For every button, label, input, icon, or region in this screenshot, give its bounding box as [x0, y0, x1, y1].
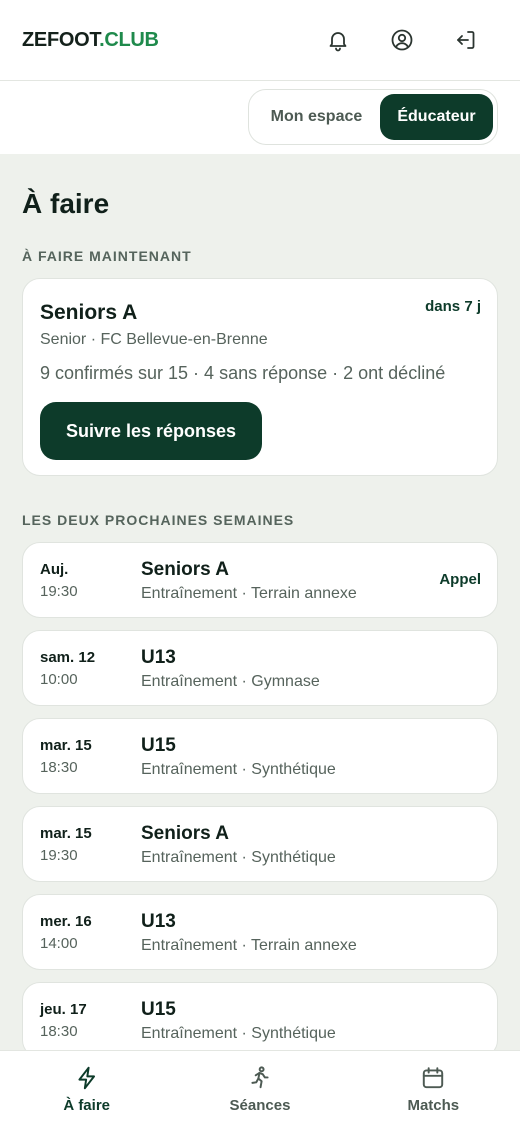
space-switcher: Mon espace Éducateur [248, 89, 498, 145]
session-day: mar. 15 [40, 825, 92, 842]
session-row[interactable]: mar. 15 19:30 Seniors A Entraînement · S… [22, 806, 498, 882]
follow-responses-button[interactable]: Suivre les réponses [40, 402, 262, 460]
notifications-button[interactable] [306, 20, 370, 60]
logo-main-text: ZEFOOT [22, 28, 100, 51]
nav-label: Matchs [407, 1097, 460, 1114]
session-detail: Entraînement · Synthétique [141, 761, 336, 778]
switch-educateur[interactable]: Éducateur [379, 94, 493, 140]
session-day: mer. 16 [40, 913, 92, 930]
nav-label: Séances [229, 1097, 291, 1114]
session-time: 19:30 [40, 583, 78, 600]
running-person-icon [251, 1066, 269, 1089]
nav-seances[interactable]: Séances [173, 1051, 346, 1126]
switch-mon-espace[interactable]: Mon espace [253, 94, 380, 140]
session-detail: Entraînement · Gymnase [141, 673, 320, 690]
session-time: 18:30 [40, 759, 78, 776]
profile-button[interactable] [370, 20, 434, 60]
session-detail: Entraînement · Synthétique [141, 849, 336, 866]
page-title: À faire [22, 188, 110, 219]
lightning-icon [78, 1066, 95, 1090]
session-detail: Entraînement · Terrain annexe [141, 937, 357, 954]
session-day: sam. 12 [40, 649, 96, 666]
session-day: jeu. 17 [40, 1001, 87, 1018]
session-team: Seniors A [141, 559, 229, 580]
session-detail: Entraînement · Terrain annexe [141, 585, 357, 602]
session-time: 14:00 [40, 935, 78, 952]
session-team: Seniors A [141, 823, 229, 844]
app-logo[interactable]: ZEFOOT.CLUB [22, 29, 159, 52]
session-time: 10:00 [40, 671, 78, 688]
section-label-now: À FAIRE MAINTENANT [22, 248, 192, 264]
session-row[interactable]: jeu. 17 18:30 U15 Entraînement · Synthét… [22, 982, 498, 1058]
calendar-icon [423, 1067, 444, 1089]
next-action-subtitle: Senior · FC Bellevue-en-Brenne [40, 331, 268, 348]
next-action-card: Seniors A dans 7 j Senior · FC Bellevue-… [22, 278, 498, 476]
session-row[interactable]: Auj. 19:30 Seniors A Entraînement · Terr… [22, 542, 498, 618]
section-label-upcoming: LES DEUX PROCHAINES SEMAINES [22, 512, 295, 528]
next-action-countdown: dans 7 j [425, 298, 481, 315]
bottom-navigation: À faire Séances Matchs [0, 1050, 520, 1126]
session-time: 18:30 [40, 1023, 78, 1040]
app-header: ZEFOOT.CLUB [0, 0, 520, 81]
nav-label: À faire [63, 1097, 110, 1114]
session-team: U13 [141, 911, 176, 932]
bell-icon [329, 32, 347, 52]
next-action-stats: 9 confirmés sur 15 · 4 sans réponse · 2 … [40, 363, 446, 383]
session-row[interactable]: mer. 16 14:00 U13 Entraînement · Terrain… [22, 894, 498, 970]
logout-button[interactable] [434, 20, 498, 60]
session-team: U15 [141, 735, 176, 756]
session-row[interactable]: sam. 12 10:00 U13 Entraînement · Gymnase [22, 630, 498, 706]
session-team: U13 [141, 647, 176, 668]
session-day: mar. 15 [40, 737, 92, 754]
session-team: U15 [141, 999, 176, 1020]
user-circle-icon [391, 29, 413, 51]
logout-icon [457, 31, 475, 49]
space-switch-bar: Mon espace Éducateur [0, 81, 520, 154]
session-row[interactable]: mar. 15 18:30 U15 Entraînement · Synthét… [22, 718, 498, 794]
nav-a-faire[interactable]: À faire [0, 1051, 173, 1126]
session-detail: Entraînement · Synthétique [141, 1025, 336, 1042]
nav-matchs[interactable]: Matchs [347, 1051, 520, 1126]
session-day: Auj. [40, 561, 69, 578]
logo-accent-text: .CLUB [99, 28, 159, 51]
header-actions [306, 20, 498, 60]
session-time: 19:30 [40, 847, 78, 864]
attendance-call-link[interactable]: Appel [439, 571, 481, 588]
next-action-team: Seniors A [40, 301, 138, 324]
